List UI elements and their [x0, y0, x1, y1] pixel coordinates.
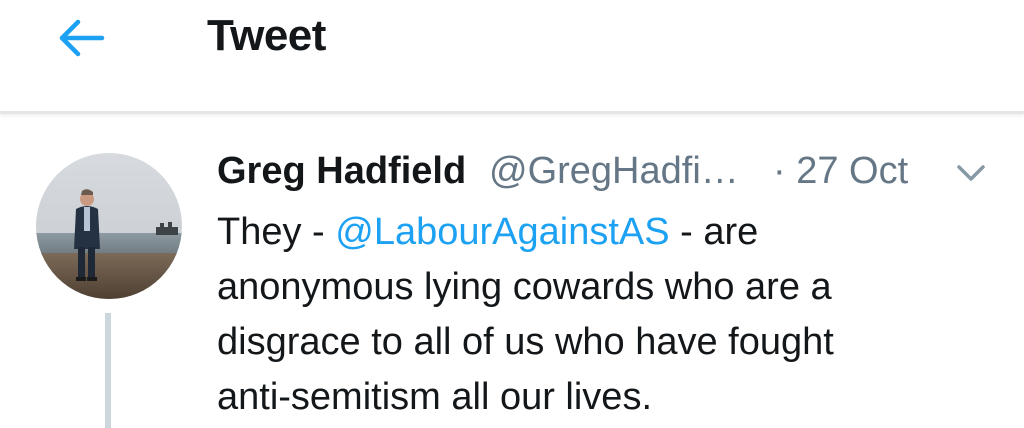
thread-line: [105, 313, 111, 428]
avatar[interactable]: [36, 153, 182, 299]
tweet-text: They - @LabourAgainstAS - are anonymous …: [217, 205, 1007, 425]
tweet-text-line: They - @LabourAgainstAS - are: [217, 205, 1007, 260]
author-handle[interactable]: @GregHadfi…: [489, 145, 739, 197]
tweet-text-segment: They -: [217, 211, 336, 253]
tweet: Greg Hadfield @GregHadfi… · 27 Oct They …: [0, 117, 1024, 428]
top-bar: Tweet: [0, 0, 1024, 114]
back-button[interactable]: [44, 10, 116, 66]
chevron-down-icon: [957, 165, 985, 181]
author-name[interactable]: Greg Hadfield: [217, 145, 466, 197]
tweet-text-line: anonymous lying cowards who are a: [217, 266, 832, 308]
tweet-text-line: disgrace to all of us who have fought: [217, 321, 834, 363]
profile-photo: [36, 153, 182, 299]
tweet-text-line: anti-semitism all our lives.: [217, 376, 652, 418]
tweet-text-segment: - are: [669, 211, 759, 253]
arrow-left-icon: [59, 19, 105, 57]
page-title: Tweet: [207, 11, 326, 60]
mention-link[interactable]: @LabourAgainstAS: [335, 211, 669, 253]
tweet-menu-button[interactable]: [953, 155, 989, 191]
tweet-date[interactable]: · 27 Oct: [773, 145, 908, 197]
tweet-header: Greg Hadfield @GregHadfi… · 27 Oct: [217, 145, 1007, 197]
